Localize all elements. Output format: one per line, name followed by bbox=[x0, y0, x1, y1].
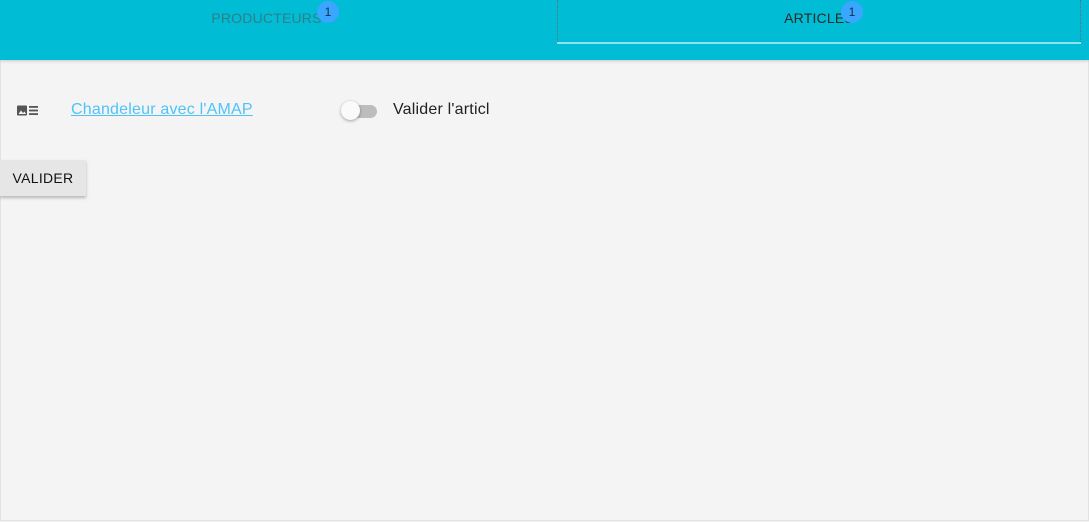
producteurs-count-badge: 1 bbox=[317, 1, 339, 23]
article-card-icon bbox=[17, 104, 39, 116]
valider-button[interactable]: VALIDER bbox=[0, 160, 86, 196]
toggle-thumb[interactable] bbox=[341, 101, 360, 120]
validate-article-toggle[interactable] bbox=[341, 101, 378, 120]
tab-bar: PRODUCTEURS 1 ARTICLES 1 bbox=[0, 0, 1089, 60]
validate-article-label: Valider l'articl bbox=[393, 101, 490, 118]
tab-producteurs[interactable]: PRODUCTEURS bbox=[0, 0, 533, 44]
tab-producteurs-label: PRODUCTEURS bbox=[211, 10, 322, 26]
articles-count-badge: 1 bbox=[841, 1, 863, 23]
tab-articles[interactable]: ARTICLES bbox=[557, 0, 1081, 44]
page-frame bbox=[0, 0, 1089, 521]
article-row: Chandeleur avec l'AMAP Valider l'articl bbox=[0, 94, 1089, 126]
active-tab-indicator bbox=[557, 42, 1081, 44]
article-title-link[interactable]: Chandeleur avec l'AMAP bbox=[71, 101, 253, 119]
